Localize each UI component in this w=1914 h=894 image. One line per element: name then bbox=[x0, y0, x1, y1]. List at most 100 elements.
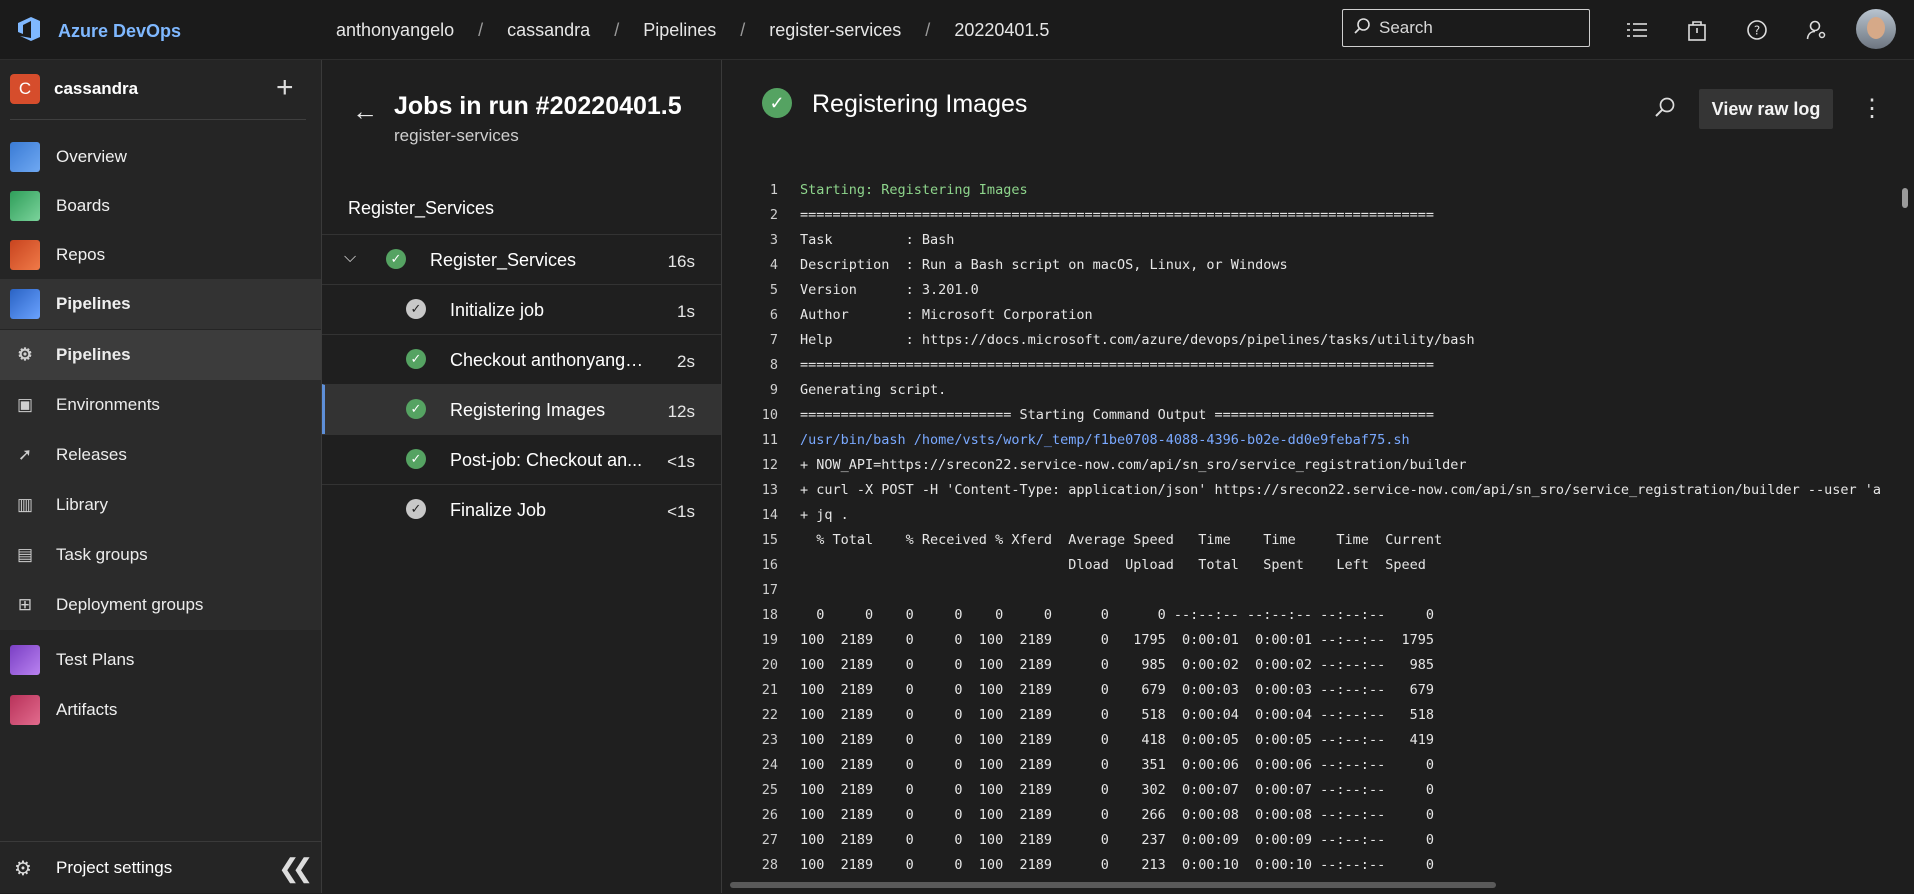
line-number: 3 bbox=[769, 232, 778, 248]
sidebar-item-label: Test Plans bbox=[56, 650, 135, 669]
log-line[interactable]: 7 Help : https://docs.microsoft.com/azure… bbox=[736, 332, 1475, 357]
horizontal-scrollbar[interactable] bbox=[730, 882, 1496, 888]
sidebar-subitem-environments[interactable]: ▣ Environments bbox=[0, 380, 321, 430]
project-settings[interactable]: ⚙ Project settings ❮❮ bbox=[0, 841, 321, 894]
user-settings-icon[interactable] bbox=[1800, 14, 1834, 46]
sidebar-item-boards[interactable]: Boards bbox=[0, 181, 321, 231]
log-line: 21 100 2189 0 0 100 2189 0 679 0:00:03 0:… bbox=[736, 682, 1434, 707]
line-number: 5 bbox=[769, 282, 778, 298]
project-selector[interactable]: C cassandra bbox=[10, 74, 138, 104]
log-line: 22 100 2189 0 0 100 2189 0 518 0:00:04 0:… bbox=[736, 707, 1434, 732]
sidebar-item-overview[interactable]: Overview bbox=[0, 132, 321, 182]
sidebar-subitem-label: Library bbox=[56, 495, 108, 514]
log-text: 100 2189 0 0 100 2189 0 266 0:00:08 0:00… bbox=[800, 807, 1434, 823]
step-row[interactable]: ✓ Initialize job 1s bbox=[322, 284, 721, 334]
step-row[interactable]: ✓ Post-job: Checkout an... <1s bbox=[322, 434, 721, 484]
log-text: 100 2189 0 0 100 2189 0 518 0:00:04 0:00… bbox=[800, 707, 1434, 723]
sidebar-item-pipelines[interactable]: Pipelines bbox=[0, 279, 321, 329]
log-line[interactable]: 12 + NOW_API=https://srecon22.service-now… bbox=[736, 457, 1467, 482]
breadcrumb: anthonyangelo / cassandra / Pipelines / reg… bbox=[336, 20, 1049, 41]
search-box[interactable]: Search bbox=[1342, 9, 1590, 47]
sidebar-subitem-deployment-groups[interactable]: ⊞ Deployment groups bbox=[0, 580, 321, 630]
search-icon[interactable] bbox=[1654, 96, 1676, 123]
log-line: 10 ========================== Starting Co… bbox=[736, 407, 1434, 432]
vertical-scrollbar[interactable] bbox=[1902, 188, 1908, 208]
jobs-panel: ← Jobs in run #20220401.5 register-servi… bbox=[322, 60, 722, 893]
add-icon[interactable]: + bbox=[276, 73, 294, 103]
line-number: 22 bbox=[761, 707, 778, 723]
log-text: Starting: Registering Images bbox=[800, 182, 1028, 198]
more-options-icon[interactable]: ⋮ bbox=[1860, 94, 1884, 123]
log-line: 6 Author : Microsoft Corporation bbox=[736, 307, 1093, 332]
sidebar-subitem-task-groups[interactable]: ▤ Task groups bbox=[0, 530, 321, 580]
line-number: 7 bbox=[769, 332, 778, 348]
view-raw-log-button[interactable]: View raw log bbox=[1699, 89, 1833, 129]
sidebar-item-label: Artifacts bbox=[56, 700, 118, 719]
sidebar-item-repos[interactable]: Repos bbox=[0, 230, 321, 280]
sidebar-item-artifacts[interactable]: Artifacts bbox=[0, 685, 321, 735]
step-duration: 12s bbox=[667, 402, 695, 421]
line-number: 25 bbox=[761, 782, 778, 798]
step-row[interactable]: ✓ Finalize Job <1s bbox=[322, 484, 721, 534]
log-line: 24 100 2189 0 0 100 2189 0 351 0:00:06 0:… bbox=[736, 757, 1434, 782]
line-number: 19 bbox=[761, 632, 778, 648]
step-duration: 2s bbox=[677, 352, 695, 371]
log-text-link[interactable]: + NOW_API=https://srecon22.service-now.c… bbox=[800, 457, 1466, 482]
log-text-link[interactable]: Help : https://docs.microsoft.com/azure/… bbox=[800, 332, 1475, 357]
log-line[interactable]: 13 + curl -X POST -H 'Content-Type: appli… bbox=[736, 482, 1881, 507]
job-duration: 16s bbox=[667, 252, 695, 271]
back-arrow-icon[interactable]: ← bbox=[352, 96, 378, 127]
artifacts-icon bbox=[10, 695, 40, 725]
svg-text:?: ? bbox=[1754, 24, 1760, 38]
log-line: 14 + jq . bbox=[736, 507, 849, 532]
breadcrumb-run[interactable]: 20220401.5 bbox=[954, 20, 1049, 41]
log-output[interactable]: 1 Starting: Registering Images 2 =========… bbox=[736, 182, 1886, 882]
collapse-sidebar-icon[interactable]: ❮❮ bbox=[278, 853, 313, 884]
step-name: Post-job: Checkout an... bbox=[450, 450, 643, 470]
job-row[interactable]: ⌵ ✓ Register_Services 16s bbox=[322, 234, 721, 284]
log-line: 18 0 0 0 0 0 0 0 0 --:--:-- --:--:-- --:… bbox=[736, 607, 1434, 632]
breadcrumb-project[interactable]: cassandra bbox=[507, 20, 590, 41]
log-text: 100 2189 0 0 100 2189 0 418 0:00:05 0:00… bbox=[800, 732, 1434, 748]
pipelines-icon bbox=[10, 289, 40, 319]
success-check-icon: ✓ bbox=[386, 249, 406, 269]
step-row-selected[interactable]: ✓ Registering Images 12s bbox=[322, 384, 721, 434]
test-plans-icon bbox=[10, 645, 40, 675]
breadcrumb-org[interactable]: anthonyangelo bbox=[336, 20, 454, 41]
done-check-icon: ✓ bbox=[406, 499, 426, 519]
marketplace-bag-icon[interactable] bbox=[1680, 14, 1714, 46]
log-line: 16 Dload Upload Total Spent Left Speed bbox=[736, 557, 1426, 582]
step-row[interactable]: ✓ Checkout anthonyangelo... 2s bbox=[322, 334, 721, 384]
sidebar-subitem-releases[interactable]: ➚ Releases bbox=[0, 430, 321, 480]
breadcrumb-pipelines[interactable]: Pipelines bbox=[643, 20, 716, 41]
sidebar: C cassandra + Overview Boards Repos Pipe… bbox=[0, 60, 322, 893]
sidebar-item-test-plans[interactable]: Test Plans bbox=[0, 635, 321, 685]
project-settings-label: Project settings bbox=[56, 858, 173, 877]
breadcrumb-separator: / bbox=[740, 20, 746, 40]
jobs-title: Jobs in run #20220401.5 bbox=[394, 92, 682, 120]
line-number: 11 bbox=[761, 432, 778, 448]
step-name: Registering Images bbox=[450, 400, 606, 420]
search-icon bbox=[1353, 17, 1371, 40]
line-number: 26 bbox=[761, 807, 778, 823]
log-text: ========================================… bbox=[800, 207, 1434, 223]
app-name: Azure DevOps bbox=[58, 21, 182, 41]
work-items-list-icon[interactable] bbox=[1620, 14, 1654, 46]
library-icon: ▥ bbox=[16, 495, 34, 514]
line-number: 12 bbox=[761, 457, 778, 473]
sidebar-item-label: Overview bbox=[56, 147, 127, 166]
line-number: 17 bbox=[761, 582, 778, 598]
sidebar-item-label: Boards bbox=[56, 196, 110, 215]
help-icon[interactable]: ? bbox=[1740, 14, 1774, 46]
line-number: 18 bbox=[761, 607, 778, 623]
brand[interactable]: Azure DevOps bbox=[14, 14, 181, 49]
chevron-down-icon[interactable]: ⌵ bbox=[344, 249, 356, 267]
azure-devops-logo-icon bbox=[14, 14, 44, 49]
breadcrumb-separator: / bbox=[614, 20, 620, 40]
log-text: 100 2189 0 0 100 2189 0 237 0:00:09 0:00… bbox=[800, 832, 1434, 848]
breadcrumb-pipeline[interactable]: register-services bbox=[769, 20, 901, 41]
avatar[interactable] bbox=[1856, 9, 1896, 49]
log-text-link[interactable]: + curl -X POST -H 'Content-Type: applica… bbox=[800, 482, 1881, 507]
sidebar-subitem-library[interactable]: ▥ Library bbox=[0, 480, 321, 530]
sidebar-subitem-pipelines[interactable]: ⚙ Pipelines bbox=[0, 330, 321, 380]
